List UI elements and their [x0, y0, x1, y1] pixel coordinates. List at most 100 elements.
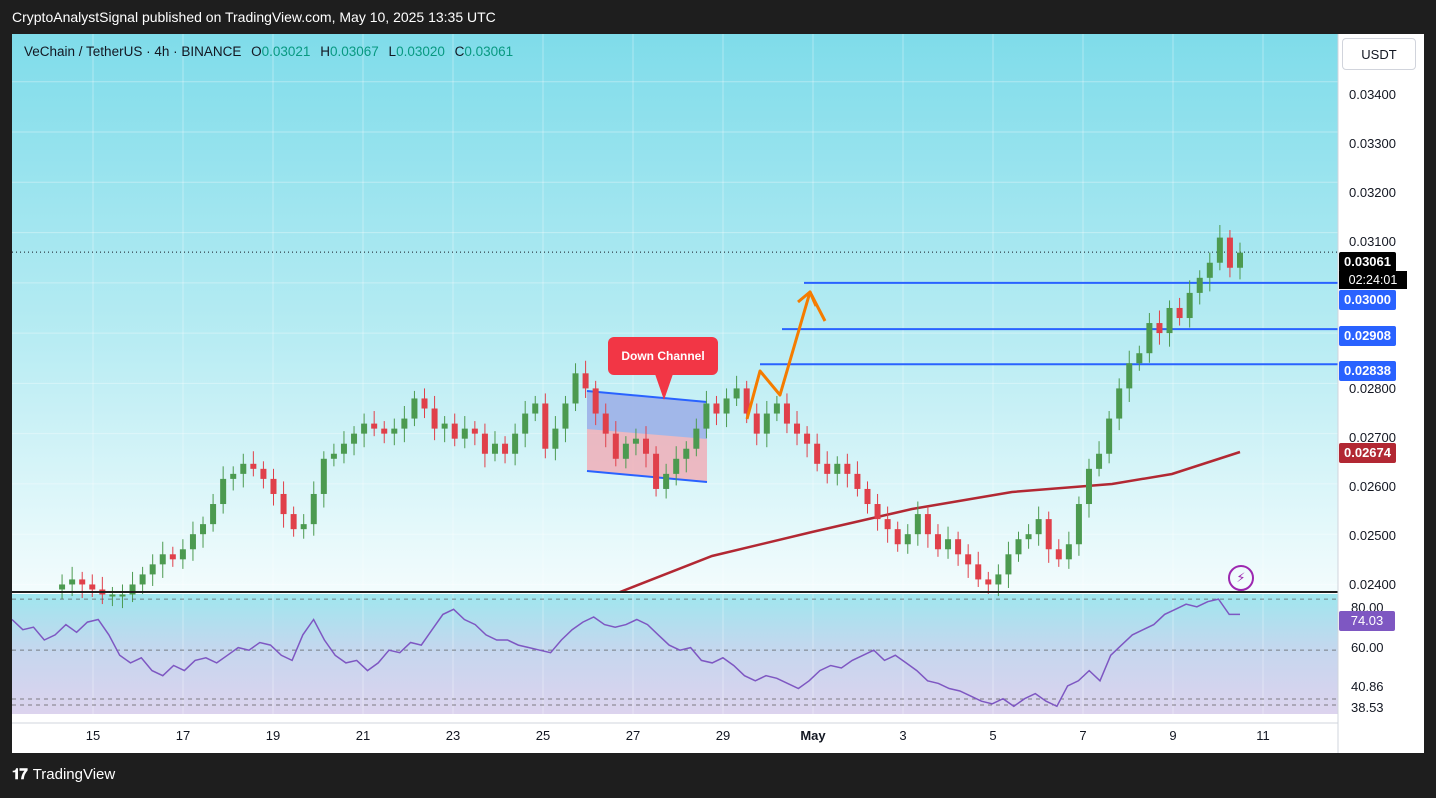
candle-body	[451, 423, 458, 439]
candle-body	[1045, 519, 1052, 550]
date-tick: 25	[535, 728, 551, 743]
candle-body	[1186, 292, 1193, 319]
candle-body	[1035, 519, 1042, 535]
candle-body	[733, 388, 740, 399]
candle-body	[149, 564, 156, 575]
price-tick: 0.02800	[1349, 381, 1396, 396]
candle-body	[763, 413, 770, 434]
callout-pointer	[655, 374, 673, 400]
candle-body	[522, 413, 529, 434]
chart-frame[interactable]: VeChain / TetherUS · 4h · BINANCE O 0.030…	[12, 34, 1424, 753]
publish-line: CryptoAnalystSignal published on Trading…	[12, 9, 496, 25]
candle-body	[924, 514, 931, 535]
candle-body	[512, 433, 519, 454]
candle-body	[1216, 237, 1223, 263]
candle-body	[703, 403, 710, 429]
ma-value-label: 0.02674	[1339, 443, 1396, 463]
candle-body	[582, 373, 589, 389]
candle-body	[904, 534, 911, 545]
candle-body	[663, 473, 670, 489]
candle-body	[79, 579, 86, 585]
lightning-icon[interactable]: ⚡	[1228, 565, 1254, 591]
date-tick: 11	[1256, 728, 1270, 743]
date-tick: 27	[625, 728, 641, 743]
candle-body	[683, 448, 690, 459]
candle-body	[804, 433, 811, 444]
candle-body	[431, 408, 438, 429]
footer-brand-label: TradingView	[32, 766, 116, 783]
rsi-tick: 40.86	[1351, 679, 1384, 694]
candle-body	[230, 473, 237, 479]
symbol-name[interactable]: VeChain / TetherUS · 4h · BINANCE	[24, 44, 241, 59]
candle-body	[159, 554, 166, 565]
chart-canvas[interactable]	[12, 34, 1424, 753]
low-value: 0.03020	[396, 44, 445, 59]
candle-body	[1146, 323, 1153, 354]
candle-body	[1206, 262, 1213, 278]
low-label: L	[388, 44, 397, 59]
candle-body	[401, 418, 408, 429]
price-tick: 0.03400	[1349, 87, 1396, 102]
down-channel-callout[interactable]: Down Channel	[608, 337, 718, 375]
candle-body	[210, 504, 217, 525]
candle-body	[1226, 237, 1233, 268]
candle-body	[723, 398, 730, 414]
candle-body	[280, 493, 287, 515]
candle-body	[1176, 307, 1183, 319]
candle-body	[129, 584, 136, 595]
candle-body	[1085, 468, 1092, 505]
candle-body	[351, 433, 358, 444]
candle-body	[109, 594, 116, 597]
level-label-2: 0.02908	[1339, 326, 1396, 346]
candle-body	[1025, 534, 1032, 540]
candle-body	[632, 438, 639, 444]
date-tick: 3	[899, 728, 907, 743]
candle-body	[320, 458, 327, 494]
candle-body	[914, 514, 921, 535]
symbol-header: VeChain / TetherUS · 4h · BINANCE O 0.030…	[24, 44, 513, 59]
rsi-current-label: 74.03	[1339, 611, 1395, 631]
candle-body	[330, 453, 337, 459]
candle-body	[240, 463, 247, 474]
candle-body	[371, 423, 378, 429]
currency-unit-button[interactable]: USDT	[1342, 38, 1416, 70]
candle-body	[934, 534, 941, 550]
candle-body	[1005, 554, 1012, 575]
close-label: C	[454, 44, 465, 59]
candle-body	[1166, 307, 1173, 334]
candle-body	[693, 428, 700, 449]
date-tick: 21	[355, 728, 371, 743]
candle-body	[884, 519, 891, 530]
rsi-tick: 60.00	[1351, 640, 1384, 655]
candle-body	[894, 529, 901, 545]
open-label: O	[251, 44, 262, 59]
candle-body	[411, 398, 418, 419]
candle-body	[189, 534, 196, 550]
date-tick: 9	[1169, 728, 1177, 743]
candle-body	[854, 473, 861, 489]
candle-body	[1156, 323, 1163, 334]
candle-body	[653, 453, 660, 489]
candle-body	[572, 373, 579, 404]
date-tick: 7	[1079, 728, 1087, 743]
candle-body	[612, 433, 619, 459]
footer-brand[interactable]: 𝟏𝟕 TradingView	[12, 766, 115, 783]
current-price-label: 0.03061	[1339, 252, 1396, 272]
candle-body	[250, 463, 257, 469]
candle-body	[69, 579, 76, 585]
candle-body	[975, 564, 982, 580]
date-tick-month: May	[800, 728, 826, 743]
level-label-3: 0.02838	[1339, 361, 1396, 381]
bar-countdown: 02:24:01	[1339, 271, 1407, 289]
date-tick: 23	[445, 728, 461, 743]
price-tick: 0.03100	[1349, 234, 1396, 249]
candle-body	[59, 584, 66, 590]
candle-body	[1136, 353, 1143, 364]
candle-body	[260, 468, 267, 479]
candle-body	[1106, 418, 1113, 454]
candle-body	[361, 423, 368, 434]
candle-body	[270, 478, 277, 494]
candle-body	[622, 443, 629, 459]
candle-body	[1075, 504, 1082, 545]
candle-body	[1015, 539, 1022, 555]
